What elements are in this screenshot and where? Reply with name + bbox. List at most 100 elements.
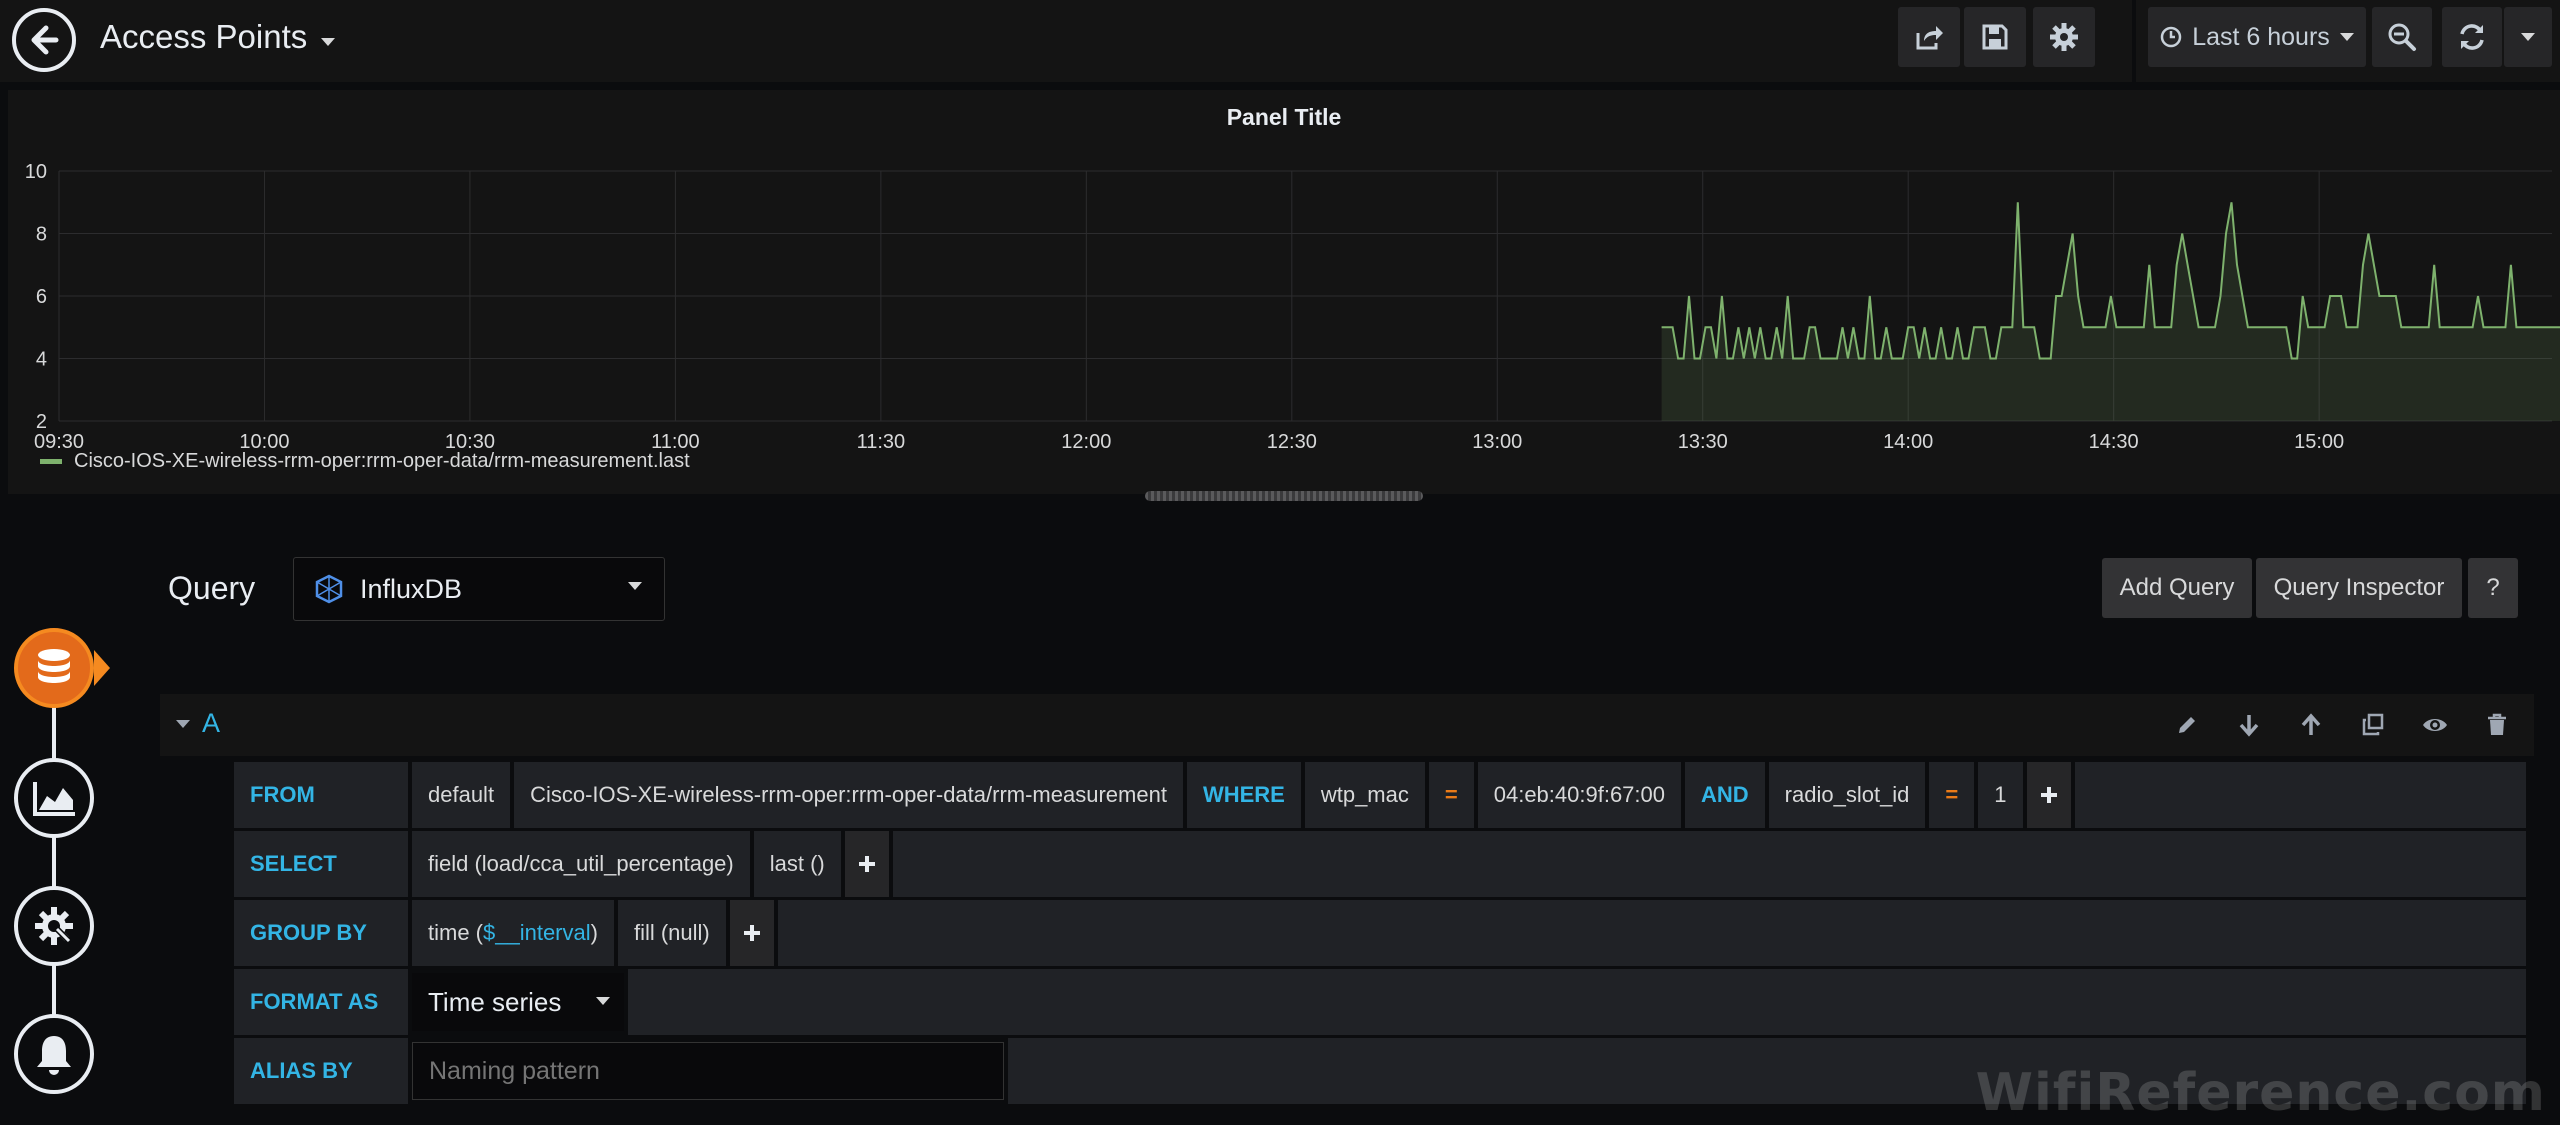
graph-panel: Panel Title 2 4 6 8 10 09:30 10:00 10:30 11:00 11… [8, 90, 2560, 494]
queries-tab[interactable] [14, 628, 94, 708]
share-button[interactable] [1898, 7, 1960, 67]
general-settings-tab[interactable] [14, 886, 94, 966]
y-tick-label: 2 [36, 411, 47, 433]
tag-value-segment[interactable]: 04:eb:40:9f:67:00 [1477, 762, 1681, 828]
tag-key-segment[interactable]: wtp_mac [1304, 762, 1425, 828]
select-keyword: SELECT [234, 831, 408, 897]
refresh-button[interactable] [2442, 7, 2502, 67]
alias-by-input[interactable] [412, 1042, 1004, 1100]
gear-icon [2050, 23, 2078, 51]
watermark: WifiReference.com [1975, 1063, 2546, 1123]
x-tick-label: 14:30 [2089, 431, 2139, 453]
chevron-down-icon [321, 38, 336, 46]
chevron-down-icon [628, 582, 642, 590]
field-segment[interactable]: field (load/cca_util_percentage) [412, 831, 750, 897]
y-tick-label: 8 [36, 224, 47, 246]
chevron-down-icon [596, 997, 610, 1005]
duplicate-query-button[interactable] [2358, 710, 2388, 740]
tag-value-segment[interactable]: 1 [1978, 762, 2023, 828]
dashboard-settings-button[interactable] [2033, 7, 2095, 67]
where-keyword: WHERE [1186, 762, 1301, 828]
group-by-time-prefix: time ( [428, 920, 483, 945]
zoom-out-button[interactable] [2372, 7, 2432, 67]
and-condition-segment[interactable]: AND [1685, 762, 1765, 828]
row-filler [777, 900, 2526, 966]
pencil-icon [2179, 717, 2195, 733]
add-query-button[interactable]: Add Query [2102, 558, 2252, 618]
zoom-out-icon [2388, 23, 2416, 51]
time-range-label: Last 6 hours [2192, 22, 2330, 51]
add-group-by-button[interactable] [729, 900, 774, 966]
panel-resize-handle[interactable] [1145, 491, 1423, 501]
query-from-row: FROM default Cisco-IOS-XE-wireless-rrm-o… [234, 762, 2526, 828]
chevron-down-icon [2521, 33, 2535, 41]
dashboard-navbar: Access Points Last 6 hours [0, 0, 2560, 82]
x-tick-label: 11:30 [857, 431, 906, 453]
time-series-chart: 24681009:30 10:00 10:30 11:00 11:30 12:00 12:3… [25, 161, 2560, 453]
time-range-picker[interactable]: Last 6 hours [2148, 7, 2366, 67]
query-section-label: Query [168, 570, 256, 606]
legend-series-label[interactable]: Cisco-IOS-XE-wireless-rrm-oper:rrm-oper-… [74, 450, 690, 473]
row-filler [892, 831, 2526, 897]
wrench-gear-icon [35, 907, 74, 946]
row-filler [2074, 762, 2526, 828]
function-segment[interactable]: last () [753, 831, 841, 897]
active-tab-pointer [94, 650, 110, 686]
format-as-select[interactable]: Time series [412, 973, 624, 1031]
operator-segment[interactable]: = [1428, 762, 1474, 828]
arrow-down-icon [2239, 715, 2259, 737]
alert-tab[interactable] [14, 1014, 94, 1094]
remove-query-button[interactable] [2482, 710, 2512, 740]
trash-icon [2488, 713, 2506, 735]
x-tick-label: 13:00 [1472, 431, 1522, 453]
series-area-fill [1661, 202, 2560, 421]
save-dashboard-button[interactable] [1964, 7, 2026, 67]
alias-by-keyword: ALIAS BY [234, 1038, 408, 1104]
bell-icon [37, 1036, 71, 1075]
chevron-down-icon [2339, 33, 2354, 41]
move-up-button[interactable] [2296, 710, 2326, 740]
format-as-keyword: FORMAT AS [234, 969, 408, 1035]
save-icon [1982, 24, 2008, 50]
refresh-interval-dropdown[interactable] [2504, 7, 2552, 67]
database-icon [38, 649, 70, 683]
measurement-segment[interactable]: Cisco-IOS-XE-wireless-rrm-oper:rrm-oper-… [514, 762, 1183, 828]
query-format-row: FORMAT AS Time series [234, 969, 2526, 1035]
chart-legend: Cisco-IOS-XE-wireless-rrm-oper:rrm-oper-… [40, 450, 690, 473]
operator-segment[interactable]: = [1929, 762, 1975, 828]
query-row-header: A [160, 694, 2534, 756]
copy-icon [2362, 713, 2384, 736]
legend-swatch [40, 459, 62, 464]
visualization-tab[interactable] [14, 758, 94, 838]
query-group-by-row: GROUP BY time ( $__interval ) fill (null… [234, 900, 2526, 966]
toggle-edit-mode-button[interactable] [2172, 710, 2202, 740]
interval-variable: $__interval [483, 900, 591, 966]
arrow-left-icon [31, 25, 59, 55]
editor-tabs-line [52, 660, 56, 1070]
tag-key-segment[interactable]: radio_slot_id [1768, 762, 1926, 828]
plus-icon [743, 925, 760, 941]
add-select-part-button[interactable] [844, 831, 889, 897]
add-where-condition-button[interactable] [2026, 762, 2071, 828]
x-tick-label: 12:30 [1267, 431, 1317, 453]
retention-policy-segment[interactable]: default [412, 762, 511, 828]
help-button[interactable]: ? [2468, 558, 2518, 618]
back-button[interactable] [12, 8, 76, 72]
hide-query-button[interactable] [2420, 710, 2450, 740]
plus-icon [858, 856, 875, 872]
dashboard-title-picker[interactable]: Access Points [100, 18, 336, 56]
influxdb-icon [315, 574, 343, 604]
query-collapse-toggle[interactable]: A [176, 708, 220, 739]
from-keyword: FROM [234, 762, 408, 828]
move-down-button[interactable] [2234, 710, 2264, 740]
query-inspector-button[interactable]: Query Inspector [2256, 558, 2462, 618]
y-tick-label: 6 [36, 286, 47, 308]
dashboard-title: Access Points [100, 18, 308, 55]
datasource-select[interactable]: InfluxDB [293, 557, 665, 621]
query-ref-id: A [202, 708, 221, 738]
group-by-time-segment[interactable]: time ( $__interval ) [412, 900, 614, 966]
refresh-icon [2460, 24, 2484, 50]
x-tick-label: 12:00 [1061, 431, 1111, 453]
query-select-row: SELECT field (load/cca_util_percentage) … [234, 831, 2526, 897]
fill-segment[interactable]: fill (null) [617, 900, 726, 966]
